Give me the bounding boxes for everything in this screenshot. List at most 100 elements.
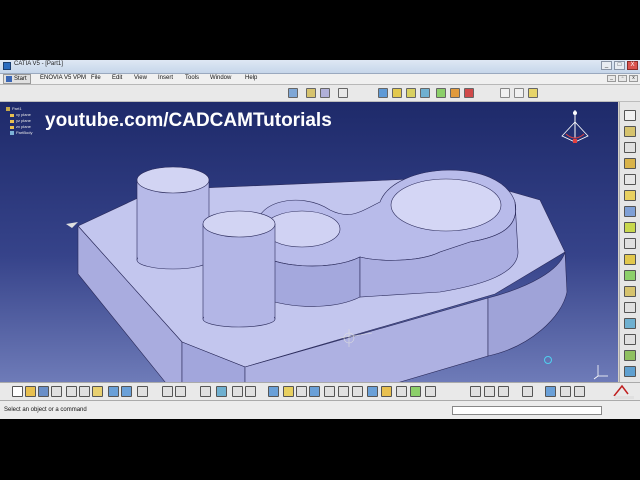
pad-icon[interactable] [306, 88, 316, 98]
thickness-tool-icon[interactable] [624, 334, 636, 345]
command-input[interactable] [452, 406, 602, 415]
hole-tool-icon[interactable] [624, 190, 636, 201]
line-icon[interactable] [514, 88, 524, 98]
comment-icon[interactable] [175, 386, 186, 397]
rotate-icon[interactable] [309, 386, 320, 397]
grid-icon[interactable] [574, 386, 585, 397]
menu-enovia[interactable]: ENOVIA V5 VPM [40, 75, 86, 81]
table-icon[interactable] [200, 386, 211, 397]
title-bar: CATIA V5 - [Part1] _ □ X [0, 60, 640, 74]
catia-app-icon [3, 62, 11, 70]
doc-minimize-button[interactable]: _ [607, 75, 616, 82]
catia-window: CATIA V5 - [Part1] _ □ X Start ENOVIA V5… [0, 60, 640, 419]
new-file-icon[interactable] [12, 386, 23, 397]
pocket-icon[interactable] [320, 88, 330, 98]
status-bar: Select an object or a command [0, 400, 640, 419]
fly-mode-icon[interactable] [268, 386, 279, 397]
shell-icon[interactable] [436, 88, 446, 98]
hole-icon[interactable] [378, 88, 388, 98]
menu-insert[interactable]: Insert [158, 75, 173, 81]
menu-bar: Start ENOVIA V5 VPM File Edit View Inser… [0, 74, 640, 85]
stiffener-tool-icon[interactable] [624, 238, 636, 249]
part-model [66, 166, 568, 382]
sketch-tool-icon[interactable] [624, 110, 636, 121]
draft-tool-icon[interactable] [624, 302, 636, 313]
redo-icon[interactable] [121, 386, 132, 397]
hide-show-icon[interactable] [396, 386, 407, 397]
mirror-tool-icon[interactable] [624, 366, 636, 377]
fillet-icon[interactable] [392, 88, 402, 98]
measure-icon[interactable] [216, 386, 227, 397]
cut-icon[interactable] [66, 386, 77, 397]
rib-tool-icon[interactable] [624, 206, 636, 217]
draft-icon[interactable] [420, 88, 430, 98]
paste-icon[interactable] [92, 386, 103, 397]
show-icon[interactable] [498, 386, 509, 397]
shading-icon[interactable] [381, 386, 392, 397]
camera-icon[interactable] [522, 386, 533, 397]
menu-view[interactable]: View [134, 75, 147, 81]
snap-icon[interactable] [560, 386, 571, 397]
viewport-3d[interactable]: Part1 xy plane yz plane zx plane PartBod… [0, 102, 618, 382]
loft-tool-icon[interactable] [624, 254, 636, 265]
shaft-icon[interactable] [338, 88, 348, 98]
sketch-icon[interactable] [288, 88, 298, 98]
swap-space-icon[interactable] [410, 386, 421, 397]
chamfer-icon[interactable] [406, 88, 416, 98]
thread-icon[interactable] [464, 88, 474, 98]
menu-help[interactable]: Help [245, 75, 257, 81]
undo-icon[interactable] [108, 386, 119, 397]
whats-this-icon[interactable] [137, 386, 148, 397]
analysis-icon[interactable] [545, 386, 556, 397]
fillet-tool-icon[interactable] [624, 270, 636, 281]
tree-item-partbody[interactable]: PartBody [6, 130, 32, 136]
view-mode-icon[interactable] [425, 386, 436, 397]
chamfer-tool-icon[interactable] [624, 286, 636, 297]
menu-file[interactable]: File [91, 75, 101, 81]
pan-icon[interactable] [296, 386, 307, 397]
open-file-icon[interactable] [25, 386, 36, 397]
specification-tree: Part1 xy plane yz plane zx plane PartBod… [6, 106, 32, 136]
pocket-tool-icon[interactable] [624, 142, 636, 153]
slot-tool-icon[interactable] [624, 222, 636, 233]
layer-icon[interactable] [470, 386, 481, 397]
copy-icon[interactable] [79, 386, 90, 397]
compass-icon[interactable] [558, 108, 592, 148]
shaft-tool-icon[interactable] [624, 158, 636, 169]
hide-icon[interactable] [484, 386, 495, 397]
thickness-icon[interactable] [450, 88, 460, 98]
save-icon[interactable] [38, 386, 49, 397]
status-message: Select an object or a command [4, 407, 87, 413]
doc-restore-button[interactable]: ▫ [618, 75, 627, 82]
shell-tool-icon[interactable] [624, 318, 636, 329]
measure-item-icon[interactable] [232, 386, 243, 397]
point-icon[interactable] [500, 88, 510, 98]
iso-view-icon[interactable] [367, 386, 378, 397]
close-button[interactable]: X [627, 61, 638, 70]
minimize-button[interactable]: _ [601, 61, 612, 70]
menu-window[interactable]: Window [210, 75, 231, 81]
menu-edit[interactable]: Edit [112, 75, 122, 81]
zoom-out-icon[interactable] [338, 386, 349, 397]
right-toolbar [619, 102, 640, 382]
watermark-text: youtube.com/CADCAMTutorials [45, 110, 332, 131]
axis-triad-icon [593, 365, 608, 380]
doc-close-button[interactable]: x [629, 75, 638, 82]
window-title: CATIA V5 - [Part1] [14, 61, 63, 67]
formula-icon[interactable] [162, 386, 173, 397]
print-icon[interactable] [51, 386, 62, 397]
zoom-in-icon[interactable] [324, 386, 335, 397]
pad-tool-icon[interactable] [624, 126, 636, 137]
measure-inertia-icon[interactable] [245, 386, 256, 397]
plane-icon[interactable] [528, 88, 538, 98]
catia-logo-icon [613, 384, 634, 399]
groove-tool-icon[interactable] [624, 174, 636, 185]
normal-view-icon[interactable] [352, 386, 363, 397]
fit-all-icon[interactable] [283, 386, 294, 397]
bottom-toolbar [0, 382, 640, 400]
menu-start[interactable]: Start [3, 74, 31, 84]
menu-tools[interactable]: Tools [185, 75, 199, 81]
maximize-button[interactable]: □ [614, 61, 625, 70]
top-toolbar [0, 85, 640, 102]
thread-tool-icon[interactable] [624, 350, 636, 361]
